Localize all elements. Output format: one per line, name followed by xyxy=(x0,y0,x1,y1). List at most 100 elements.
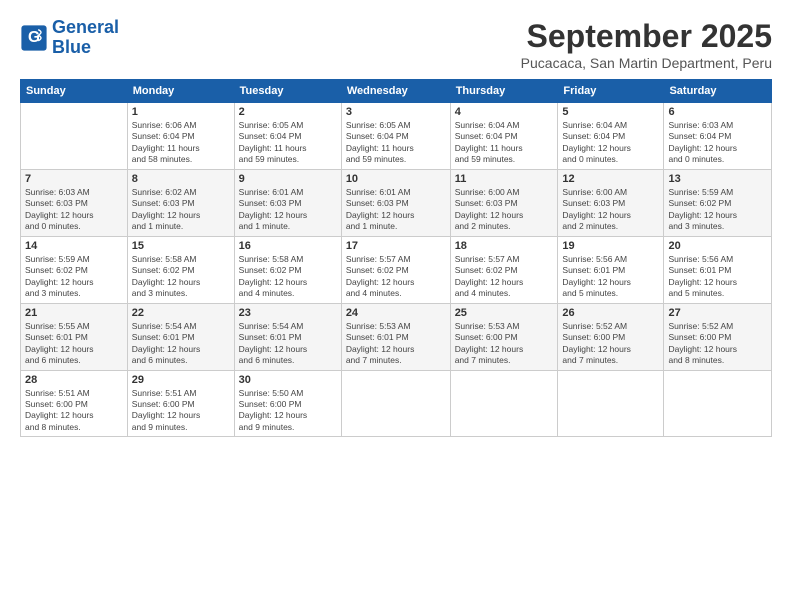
day-info: Sunrise: 6:00 AM Sunset: 6:03 PM Dayligh… xyxy=(455,187,554,233)
day-number: 13 xyxy=(668,173,767,185)
day-number: 2 xyxy=(239,106,337,118)
day-number: 28 xyxy=(25,374,123,386)
day-info: Sunrise: 6:05 AM Sunset: 6:04 PM Dayligh… xyxy=(239,120,337,166)
day-number: 24 xyxy=(346,307,446,319)
month-title: September 2025 xyxy=(521,18,772,55)
col-monday: Monday xyxy=(127,80,234,103)
day-number: 5 xyxy=(562,106,659,118)
calendar-cell: 29 Sunrise: 5:51 AM Sunset: 6:00 PM Dayli… xyxy=(127,370,234,437)
day-number: 8 xyxy=(132,173,230,185)
day-info: Sunrise: 5:59 AM Sunset: 6:02 PM Dayligh… xyxy=(668,187,767,233)
day-number: 11 xyxy=(455,173,554,185)
calendar-cell: 17 Sunrise: 5:57 AM Sunset: 6:02 PM Dayli… xyxy=(341,236,450,303)
col-wednesday: Wednesday xyxy=(341,80,450,103)
calendar-cell: 24Sunrise: 5:53 AM Sunset: 6:01 PM Dayli… xyxy=(341,303,450,370)
day-number: 27 xyxy=(668,307,767,319)
calendar-header-row: Sunday Monday Tuesday Wednesday Thursday… xyxy=(21,80,772,103)
day-info: Sunrise: 5:57 AM Sunset: 6:02 PM Dayligh… xyxy=(455,254,554,300)
day-info: Sunrise: 5:54 AM Sunset: 6:01 PM Dayligh… xyxy=(239,321,337,367)
calendar-cell: 30 Sunrise: 5:50 AM Sunset: 6:00 PM Dayli… xyxy=(234,370,341,437)
day-info: Sunrise: 6:06 AM Sunset: 6:04 PM Dayligh… xyxy=(132,120,230,166)
day-number: 3 xyxy=(346,106,446,118)
day-number: 20 xyxy=(668,240,767,252)
day-number: 19 xyxy=(562,240,659,252)
day-number: 6 xyxy=(668,106,767,118)
day-number: 12 xyxy=(562,173,659,185)
day-info: Sunrise: 6:01 AM Sunset: 6:03 PM Dayligh… xyxy=(346,187,446,233)
calendar-cell: 19 Sunrise: 5:56 AM Sunset: 6:01 PM Dayli… xyxy=(558,236,664,303)
day-info: Sunrise: 5:55 AM Sunset: 6:01 PM Dayligh… xyxy=(25,321,123,367)
logo: G GeneralBlue xyxy=(20,18,119,58)
day-info: Sunrise: 5:51 AM Sunset: 6:00 PM Dayligh… xyxy=(132,388,230,434)
day-info: Sunrise: 5:59 AM Sunset: 6:02 PM Dayligh… xyxy=(25,254,123,300)
calendar-cell: 27 Sunrise: 5:52 AM Sunset: 6:00 PM Dayli… xyxy=(664,303,772,370)
day-info: Sunrise: 5:52 AM Sunset: 6:00 PM Dayligh… xyxy=(562,321,659,367)
calendar-cell: 9Sunrise: 6:01 AM Sunset: 6:03 PM Daylig… xyxy=(234,169,341,236)
day-number: 7 xyxy=(25,173,123,185)
calendar-cell: 22 Sunrise: 5:54 AM Sunset: 6:01 PM Dayli… xyxy=(127,303,234,370)
day-number: 22 xyxy=(132,307,230,319)
header: G GeneralBlue September 2025 Pucacaca, S… xyxy=(20,18,772,71)
calendar-cell: 11 Sunrise: 6:00 AM Sunset: 6:03 PM Dayli… xyxy=(450,169,558,236)
calendar-week-3: 21 Sunrise: 5:55 AM Sunset: 6:01 PM Dayli… xyxy=(21,303,772,370)
day-info: Sunrise: 5:53 AM Sunset: 6:00 PM Dayligh… xyxy=(455,321,554,367)
day-info: Sunrise: 5:50 AM Sunset: 6:00 PM Dayligh… xyxy=(239,388,337,434)
calendar-cell: 16Sunrise: 5:58 AM Sunset: 6:02 PM Dayli… xyxy=(234,236,341,303)
day-number: 15 xyxy=(132,240,230,252)
day-info: Sunrise: 6:03 AM Sunset: 6:03 PM Dayligh… xyxy=(25,187,123,233)
calendar-cell: 28 Sunrise: 5:51 AM Sunset: 6:00 PM Dayli… xyxy=(21,370,128,437)
col-friday: Friday xyxy=(558,80,664,103)
day-info: Sunrise: 6:01 AM Sunset: 6:03 PM Dayligh… xyxy=(239,187,337,233)
calendar-cell xyxy=(558,370,664,437)
calendar-cell xyxy=(664,370,772,437)
day-number: 21 xyxy=(25,307,123,319)
col-sunday: Sunday xyxy=(21,80,128,103)
calendar-week-0: 1 Sunrise: 6:06 AM Sunset: 6:04 PM Daylig… xyxy=(21,103,772,170)
calendar-cell: 14Sunrise: 5:59 AM Sunset: 6:02 PM Dayli… xyxy=(21,236,128,303)
day-info: Sunrise: 5:51 AM Sunset: 6:00 PM Dayligh… xyxy=(25,388,123,434)
calendar-cell: 1 Sunrise: 6:06 AM Sunset: 6:04 PM Daylig… xyxy=(127,103,234,170)
calendar-week-1: 7 Sunrise: 6:03 AM Sunset: 6:03 PM Daylig… xyxy=(21,169,772,236)
day-info: Sunrise: 5:57 AM Sunset: 6:02 PM Dayligh… xyxy=(346,254,446,300)
day-number: 23 xyxy=(239,307,337,319)
calendar-cell: 21 Sunrise: 5:55 AM Sunset: 6:01 PM Dayli… xyxy=(21,303,128,370)
day-info: Sunrise: 5:56 AM Sunset: 6:01 PM Dayligh… xyxy=(562,254,659,300)
day-info: Sunrise: 6:03 AM Sunset: 6:04 PM Dayligh… xyxy=(668,120,767,166)
calendar-cell: 7 Sunrise: 6:03 AM Sunset: 6:03 PM Daylig… xyxy=(21,169,128,236)
subtitle: Pucacaca, San Martin Department, Peru xyxy=(521,55,772,71)
day-number: 17 xyxy=(346,240,446,252)
logo-icon: G xyxy=(20,24,48,52)
calendar-cell: 3 Sunrise: 6:05 AM Sunset: 6:04 PM Daylig… xyxy=(341,103,450,170)
calendar-cell: 20 Sunrise: 5:56 AM Sunset: 6:01 PM Dayli… xyxy=(664,236,772,303)
calendar-cell: 4Sunrise: 6:04 AM Sunset: 6:04 PM Daylig… xyxy=(450,103,558,170)
calendar-cell: 18 Sunrise: 5:57 AM Sunset: 6:02 PM Dayli… xyxy=(450,236,558,303)
logo-text: GeneralBlue xyxy=(52,18,119,58)
calendar-cell: 15Sunrise: 5:58 AM Sunset: 6:02 PM Dayli… xyxy=(127,236,234,303)
calendar-cell: 23 Sunrise: 5:54 AM Sunset: 6:01 PM Dayli… xyxy=(234,303,341,370)
day-info: Sunrise: 6:05 AM Sunset: 6:04 PM Dayligh… xyxy=(346,120,446,166)
day-number: 29 xyxy=(132,374,230,386)
calendar-week-4: 28 Sunrise: 5:51 AM Sunset: 6:00 PM Dayli… xyxy=(21,370,772,437)
day-info: Sunrise: 5:52 AM Sunset: 6:00 PM Dayligh… xyxy=(668,321,767,367)
day-number: 26 xyxy=(562,307,659,319)
day-number: 10 xyxy=(346,173,446,185)
calendar-cell: 6 Sunrise: 6:03 AM Sunset: 6:04 PM Daylig… xyxy=(664,103,772,170)
calendar-cell: 12 Sunrise: 6:00 AM Sunset: 6:03 PM Dayli… xyxy=(558,169,664,236)
day-info: Sunrise: 5:54 AM Sunset: 6:01 PM Dayligh… xyxy=(132,321,230,367)
calendar-cell xyxy=(341,370,450,437)
day-info: Sunrise: 6:00 AM Sunset: 6:03 PM Dayligh… xyxy=(562,187,659,233)
day-number: 18 xyxy=(455,240,554,252)
day-info: Sunrise: 5:56 AM Sunset: 6:01 PM Dayligh… xyxy=(668,254,767,300)
calendar-cell xyxy=(450,370,558,437)
calendar-cell: 26 Sunrise: 5:52 AM Sunset: 6:00 PM Dayli… xyxy=(558,303,664,370)
calendar-cell: 13 Sunrise: 5:59 AM Sunset: 6:02 PM Dayli… xyxy=(664,169,772,236)
calendar-week-2: 14Sunrise: 5:59 AM Sunset: 6:02 PM Dayli… xyxy=(21,236,772,303)
day-info: Sunrise: 6:02 AM Sunset: 6:03 PM Dayligh… xyxy=(132,187,230,233)
svg-text:G: G xyxy=(28,29,40,46)
day-number: 1 xyxy=(132,106,230,118)
calendar-table: Sunday Monday Tuesday Wednesday Thursday… xyxy=(20,79,772,437)
calendar-cell: 10 Sunrise: 6:01 AM Sunset: 6:03 PM Dayli… xyxy=(341,169,450,236)
day-number: 16 xyxy=(239,240,337,252)
title-block: September 2025 Pucacaca, San Martin Depa… xyxy=(521,18,772,71)
day-number: 30 xyxy=(239,374,337,386)
